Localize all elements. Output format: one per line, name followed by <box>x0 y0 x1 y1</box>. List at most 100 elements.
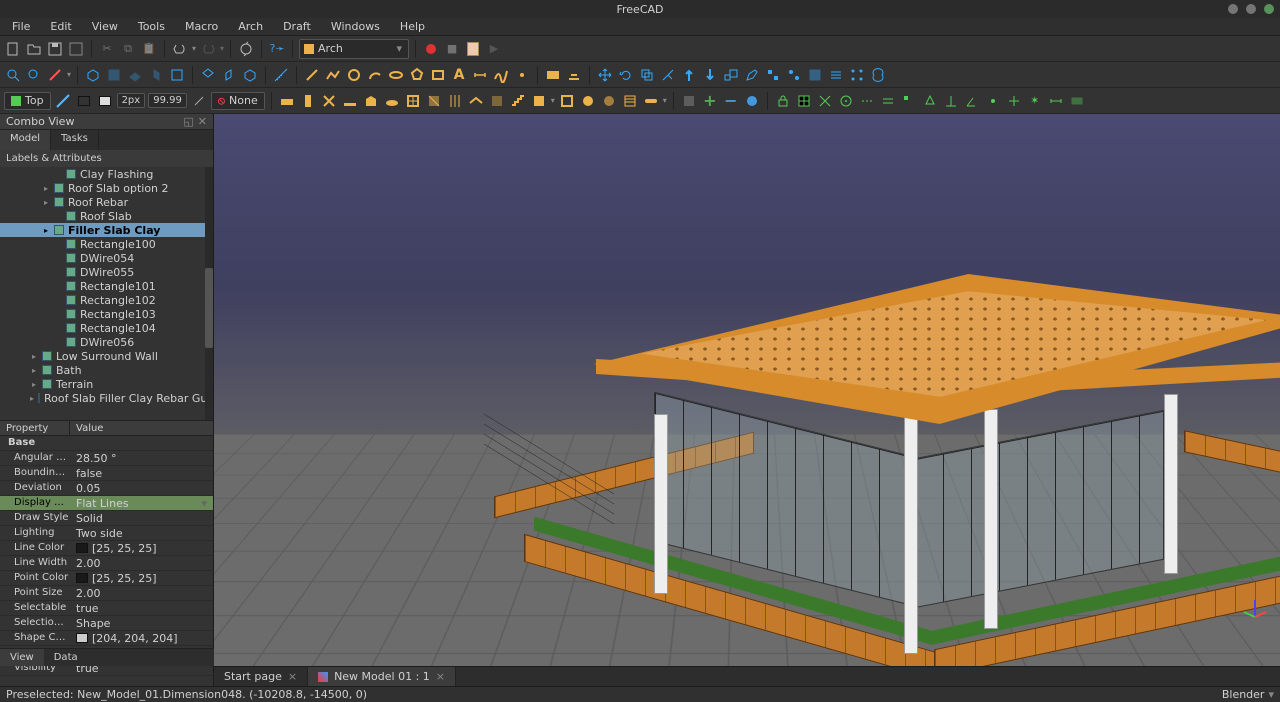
menu-macro[interactable]: Macro <box>177 19 226 34</box>
wiretobspline-icon[interactable] <box>764 66 782 84</box>
font-size-value[interactable]: 99.99 <box>148 93 187 108</box>
arch-window-icon[interactable] <box>404 92 422 110</box>
arch-frame-icon[interactable] <box>558 92 576 110</box>
macro-stop-icon[interactable]: ■ <box>443 40 461 58</box>
snap-special-icon[interactable]: ✶ <box>1026 92 1044 110</box>
menu-edit[interactable]: Edit <box>42 19 79 34</box>
arch-stairs-icon[interactable] <box>509 92 527 110</box>
panel-float-icon[interactable]: ◱ <box>183 115 193 128</box>
doc-tab-model[interactable]: New Model 01 : 1 × <box>308 667 456 686</box>
tree-item[interactable]: ▸Bath <box>0 363 213 377</box>
tree-item[interactable]: Rectangle100 <box>0 237 213 251</box>
arch-wall-icon[interactable] <box>278 92 296 110</box>
new-icon[interactable] <box>4 40 22 58</box>
facebinder-icon[interactable] <box>565 66 583 84</box>
clone-icon[interactable] <box>869 66 887 84</box>
macro-play-icon[interactable]: ▶ <box>485 40 503 58</box>
doc-tab-start[interactable]: Start page × <box>214 667 308 686</box>
arch-site-icon[interactable] <box>383 92 401 110</box>
front-icon[interactable] <box>105 66 123 84</box>
rotate-icon[interactable] <box>617 66 635 84</box>
menu-view[interactable]: View <box>84 19 126 34</box>
arch-cut-icon[interactable] <box>680 92 698 110</box>
rear-icon[interactable] <box>168 66 186 84</box>
tree-item[interactable]: Rectangle104 <box>0 321 213 335</box>
bottom-icon[interactable] <box>199 66 217 84</box>
property-row[interactable]: LightingTwo side <box>0 526 213 541</box>
upgrade-icon[interactable] <box>680 66 698 84</box>
view-rotate-icon[interactable] <box>241 66 259 84</box>
snap-extension-icon[interactable] <box>858 92 876 110</box>
fit-all-icon[interactable] <box>4 66 22 84</box>
arch-section-icon[interactable] <box>425 92 443 110</box>
arch-axis-icon[interactable] <box>446 92 464 110</box>
snap-parallel-icon[interactable] <box>879 92 897 110</box>
snap-ortho-icon[interactable] <box>1005 92 1023 110</box>
property-row[interactable]: Base <box>0 436 213 451</box>
tree-item[interactable]: ▸Low Surround Wall <box>0 349 213 363</box>
macro-list-icon[interactable] <box>464 40 482 58</box>
arch-survey-icon[interactable] <box>743 92 761 110</box>
snap-wp-icon[interactable] <box>1068 92 1086 110</box>
tree-item[interactable]: ▸Roof Rebar <box>0 195 213 209</box>
top-icon[interactable] <box>126 66 144 84</box>
line-width-value[interactable]: 2px <box>117 93 146 108</box>
tree-item[interactable]: ▸Roof Slab option 2 <box>0 181 213 195</box>
snap-endpoint-icon[interactable] <box>900 92 918 110</box>
move-icon[interactable] <box>596 66 614 84</box>
property-row[interactable]: Shape Color[204, 204, 204] <box>0 631 213 646</box>
tab-view[interactable]: View <box>0 649 44 666</box>
macro-record-icon[interactable] <box>422 40 440 58</box>
shape2dview-icon[interactable] <box>806 66 824 84</box>
close-icon[interactable] <box>1264 4 1274 14</box>
arch-rebar-icon[interactable] <box>320 92 338 110</box>
ellipse-icon[interactable] <box>387 66 405 84</box>
arch-structure-icon[interactable] <box>299 92 317 110</box>
cut-icon[interactable]: ✂ <box>98 40 116 58</box>
snap-dims-icon[interactable] <box>1047 92 1065 110</box>
arch-add-icon[interactable]: + <box>701 92 719 110</box>
fit-sel-icon[interactable] <box>25 66 43 84</box>
iso-icon[interactable] <box>84 66 102 84</box>
draft2sketch-icon[interactable] <box>827 66 845 84</box>
arch-material-icon[interactable] <box>600 92 618 110</box>
snap-near-icon[interactable] <box>984 92 1002 110</box>
tree-item[interactable]: Roof Slab <box>0 209 213 223</box>
arch-space-icon[interactable] <box>488 92 506 110</box>
shapestring-icon[interactable] <box>544 66 562 84</box>
arch-panel-icon[interactable] <box>530 92 548 110</box>
tree-item[interactable]: Rectangle102 <box>0 293 213 307</box>
save-icon[interactable] <box>46 40 64 58</box>
nav-style-label[interactable]: Blender <box>1222 688 1265 701</box>
text-icon[interactable]: A <box>450 66 468 84</box>
snap-grid-icon[interactable] <box>795 92 813 110</box>
autogroup-selector[interactable]: ⦸ None <box>211 92 265 110</box>
copy-icon[interactable]: ⧉ <box>119 40 137 58</box>
wire-icon[interactable] <box>324 66 342 84</box>
refresh-icon[interactable] <box>237 40 255 58</box>
snap-angle-icon[interactable] <box>963 92 981 110</box>
circle-icon[interactable] <box>345 66 363 84</box>
tree-item[interactable]: DWire055 <box>0 265 213 279</box>
redo-icon[interactable] <box>199 40 217 58</box>
apply-style-icon[interactable] <box>190 92 208 110</box>
property-row[interactable]: Selectabletrue <box>0 601 213 616</box>
right-icon[interactable] <box>147 66 165 84</box>
tab-model[interactable]: Model <box>0 130 51 150</box>
arch-building-icon[interactable] <box>362 92 380 110</box>
tree-item[interactable]: Clay Flashing <box>0 167 213 181</box>
arch-roof-icon[interactable] <box>467 92 485 110</box>
tab-data[interactable]: Data <box>44 649 88 666</box>
working-plane-icon[interactable]: Top <box>4 92 51 110</box>
undo-icon[interactable] <box>171 40 189 58</box>
rectangle-icon[interactable] <box>429 66 447 84</box>
property-row[interactable]: Point Color[25, 25, 25] <box>0 571 213 586</box>
menu-tools[interactable]: Tools <box>130 19 173 34</box>
measure-icon[interactable] <box>272 66 290 84</box>
polygon-icon[interactable] <box>408 66 426 84</box>
tree-item[interactable]: DWire056 <box>0 335 213 349</box>
snap-midpoint-icon[interactable] <box>921 92 939 110</box>
adddel-point-icon[interactable] <box>785 66 803 84</box>
menu-draft[interactable]: Draft <box>275 19 319 34</box>
draw-style-icon[interactable] <box>46 66 64 84</box>
